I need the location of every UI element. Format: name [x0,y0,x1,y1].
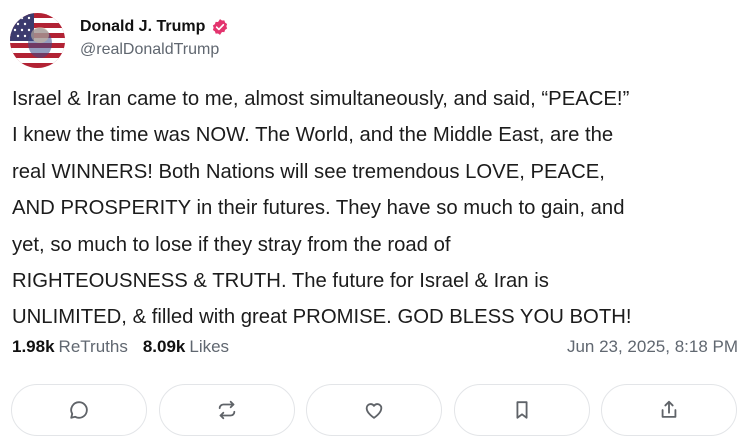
post-stats: 1.98k ReTruths 8.09k Likes Jun 23, 2025,… [12,337,738,357]
bookmark-button[interactable] [453,384,590,436]
post-body-text: Israel & Iran came to me, almost simulta… [12,88,632,329]
like-icon [365,403,383,419]
action-bar [11,384,749,436]
post-header: Donald J. Trump @realDonaldTrump [10,13,229,68]
avatar[interactable] [10,13,65,68]
likes-label[interactable]: Likes [189,337,229,357]
reply-button[interactable] [11,384,147,436]
author-handle[interactable]: @realDonaldTrump [80,41,229,59]
share-button[interactable] [601,384,737,436]
like-button[interactable] [306,384,442,436]
author-display-name[interactable]: Donald J. Trump [80,18,205,36]
retruths-count[interactable]: 1.98k [12,337,55,357]
share-icon [661,400,677,418]
likes-count[interactable]: 8.09k [143,337,186,357]
retruth-icon [218,400,235,420]
bookmark-icon [516,401,527,419]
verified-badge-icon [213,19,228,35]
reply-icon [70,401,88,419]
retruths-label[interactable]: ReTruths [59,337,128,357]
post-timestamp[interactable]: Jun 23, 2025, 8:18 PM [567,337,738,357]
retruth-button[interactable] [158,384,295,436]
